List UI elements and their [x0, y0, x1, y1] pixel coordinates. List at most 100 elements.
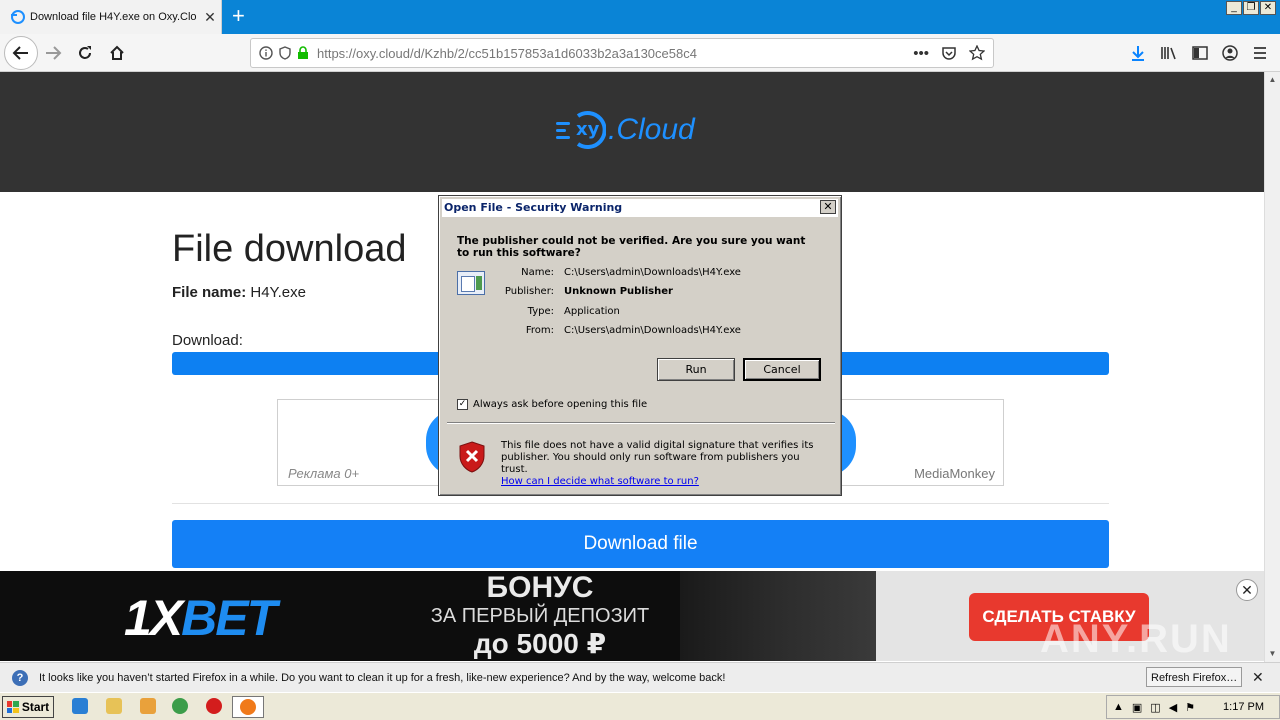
windows-flag-icon [6, 701, 19, 713]
site-header: xy .Cloud [0, 72, 1264, 192]
minimize-button[interactable]: _ [1226, 1, 1242, 15]
warning-text: This file does not have a valid digital … [501, 440, 814, 475]
start-label: Start [21, 700, 50, 714]
home-button[interactable] [102, 38, 132, 68]
run-button[interactable]: Run [657, 358, 735, 381]
field-value: Unknown Publisher [564, 286, 673, 297]
ie-icon[interactable] [72, 698, 88, 714]
file-name-line: File name: H4Y.exe [172, 284, 306, 301]
info-icon[interactable] [259, 46, 273, 60]
dialog-field-type: Type: Application [479, 306, 819, 320]
start-button[interactable]: Start [2, 696, 54, 718]
file-name-value: H4Y.exe [250, 284, 306, 301]
url-text: https://oxy.cloud/d/Kzhb/2/cc51b157853a1… [317, 46, 697, 61]
oxy-cloud-logo[interactable]: xy .Cloud [556, 108, 695, 152]
opera-icon[interactable] [206, 698, 222, 714]
tracking-shield-icon[interactable] [279, 46, 291, 60]
always-ask-label[interactable]: Always ask before opening this file [473, 399, 647, 410]
warning-shield-icon [459, 441, 485, 473]
forward-arrow-icon [46, 46, 62, 60]
always-ask-checkbox-row[interactable]: ✓ Always ask before opening this file [457, 399, 647, 410]
banner-bonus-text: БОНУС ЗА ПЕРВЫЙ ДЕПОЗИТ до 5000 ₽ [430, 571, 650, 659]
firefox-icon [240, 699, 256, 715]
bottom-banner-ad[interactable]: 1XBET БОНУС ЗА ПЕРВЫЙ ДЕПОЗИТ до 5000 ₽ … [0, 571, 1264, 661]
field-value: Application [564, 306, 620, 317]
library-icon[interactable] [1160, 45, 1178, 61]
banner-line-3: до 5000 ₽ [473, 628, 607, 659]
dialog-title: Open File - Security Warning [444, 201, 623, 214]
navigation-toolbar: https://oxy.cloud/d/Kzhb/2/cc51b157853a1… [0, 34, 1280, 72]
tab-active[interactable]: Download file H4Y.exe on Oxy.Clo ✕ [0, 0, 222, 34]
dialog-field-publisher: Publisher: Unknown Publisher [479, 286, 819, 300]
cancel-button[interactable]: Cancel [743, 358, 821, 381]
anyrun-watermark: ANY.RUN [1040, 617, 1232, 661]
banner-brand-1x: 1X [124, 590, 183, 646]
banner-line-1: БОНУС [486, 571, 594, 604]
url-bar[interactable]: https://oxy.cloud/d/Kzhb/2/cc51b157853a1… [250, 38, 994, 68]
logo-cloud-text: .Cloud [608, 113, 695, 146]
scroll-down-arrow-icon[interactable]: ▼ [1265, 646, 1280, 662]
download-label: Download: [172, 332, 243, 349]
field-label: Publisher: [504, 286, 554, 297]
network-icon[interactable]: ▣ [1132, 701, 1142, 714]
tab-close-icon[interactable]: ✕ [202, 9, 218, 26]
security-tray-icon[interactable]: ◫ [1150, 701, 1160, 714]
page-actions-icon[interactable]: ••• [913, 45, 929, 62]
logo-ring-icon: xy [576, 111, 606, 149]
clock: 1:17 PM [1223, 701, 1265, 713]
oxy-cloud-favicon-icon [11, 10, 25, 24]
forward-button[interactable] [38, 38, 68, 68]
dialog-field-name: Name: C:\Users\admin\Downloads\H4Y.exe [479, 267, 819, 281]
chrome-icon[interactable] [172, 698, 188, 714]
window-close-button[interactable]: ✕ [1260, 1, 1276, 15]
download-file-button[interactable]: Download file [172, 520, 1109, 568]
taskbar: Start ▲ ▣ ◫ ◀ ⚑ 1:17 PM [0, 692, 1280, 720]
volume-icon[interactable]: ◀ [1169, 701, 1177, 714]
banner-close-icon[interactable]: ✕ [1236, 579, 1258, 601]
notification-text: It looks like you haven’t started Firefo… [39, 671, 726, 684]
dialog-titlebar[interactable]: Open File - Security Warning ✕ [442, 199, 838, 217]
dialog-close-icon[interactable]: ✕ [820, 200, 836, 214]
scroll-up-arrow-icon[interactable]: ▲ [1265, 72, 1280, 88]
folder-icon[interactable] [106, 698, 122, 714]
banner-brand-logo: 1XBET [124, 589, 277, 647]
file-name-label: File name: [172, 284, 247, 301]
notification-help-icon: ? [12, 669, 28, 686]
sidebar-icon[interactable] [1192, 46, 1208, 60]
dialog-separator [447, 422, 835, 424]
hamburger-menu-icon[interactable] [1252, 46, 1268, 60]
pocket-icon[interactable] [941, 45, 957, 61]
system-tray: ▲ ▣ ◫ ◀ ⚑ 1:17 PM [1106, 695, 1280, 719]
reload-icon [79, 46, 91, 59]
notification-close-icon[interactable]: ✕ [1252, 669, 1264, 686]
page-title: File download [172, 228, 407, 270]
media-player-icon[interactable] [140, 698, 156, 714]
divider [172, 503, 1109, 504]
field-value: C:\Users\admin\Downloads\H4Y.exe [564, 325, 741, 336]
firefox-taskbar-button[interactable] [232, 696, 264, 718]
action-center-flag-icon[interactable]: ⚑ [1185, 701, 1195, 714]
downloads-icon[interactable] [1130, 45, 1146, 61]
restore-button[interactable]: ❐ [1243, 1, 1259, 15]
field-value: C:\Users\admin\Downloads\H4Y.exe [564, 267, 741, 278]
refresh-firefox-button[interactable]: Refresh Firefox… [1146, 667, 1243, 687]
always-ask-checkbox[interactable]: ✓ [457, 399, 468, 410]
logo-xy-text: xy [576, 119, 600, 140]
banner-brand-bet: BET [181, 590, 277, 646]
toolbar-right [1130, 38, 1280, 68]
security-warning-dialog: Open File - Security Warning ✕ The publi… [438, 195, 842, 496]
tray-expand-icon[interactable]: ▲ [1113, 701, 1124, 713]
reload-button[interactable] [70, 38, 100, 68]
url-actions: ••• [913, 44, 985, 62]
account-icon[interactable] [1222, 45, 1238, 61]
home-icon [110, 45, 124, 60]
ad-disclaimer: Реклама 0+ [288, 466, 360, 481]
field-label: Name: [521, 267, 554, 278]
page-scrollbar[interactable]: ▲ ▼ [1264, 72, 1280, 662]
help-link[interactable]: How can I decide what software to run? [501, 476, 699, 487]
notification-bar: ? It looks like you haven’t started Fire… [0, 662, 1280, 692]
bookmark-star-icon[interactable] [969, 44, 985, 61]
new-tab-button[interactable]: + [232, 4, 245, 28]
url-path: /d/Kzhb/2/cc51b157853a1d6033b2a3a130ce58… [409, 45, 697, 61]
back-button[interactable] [4, 36, 38, 70]
